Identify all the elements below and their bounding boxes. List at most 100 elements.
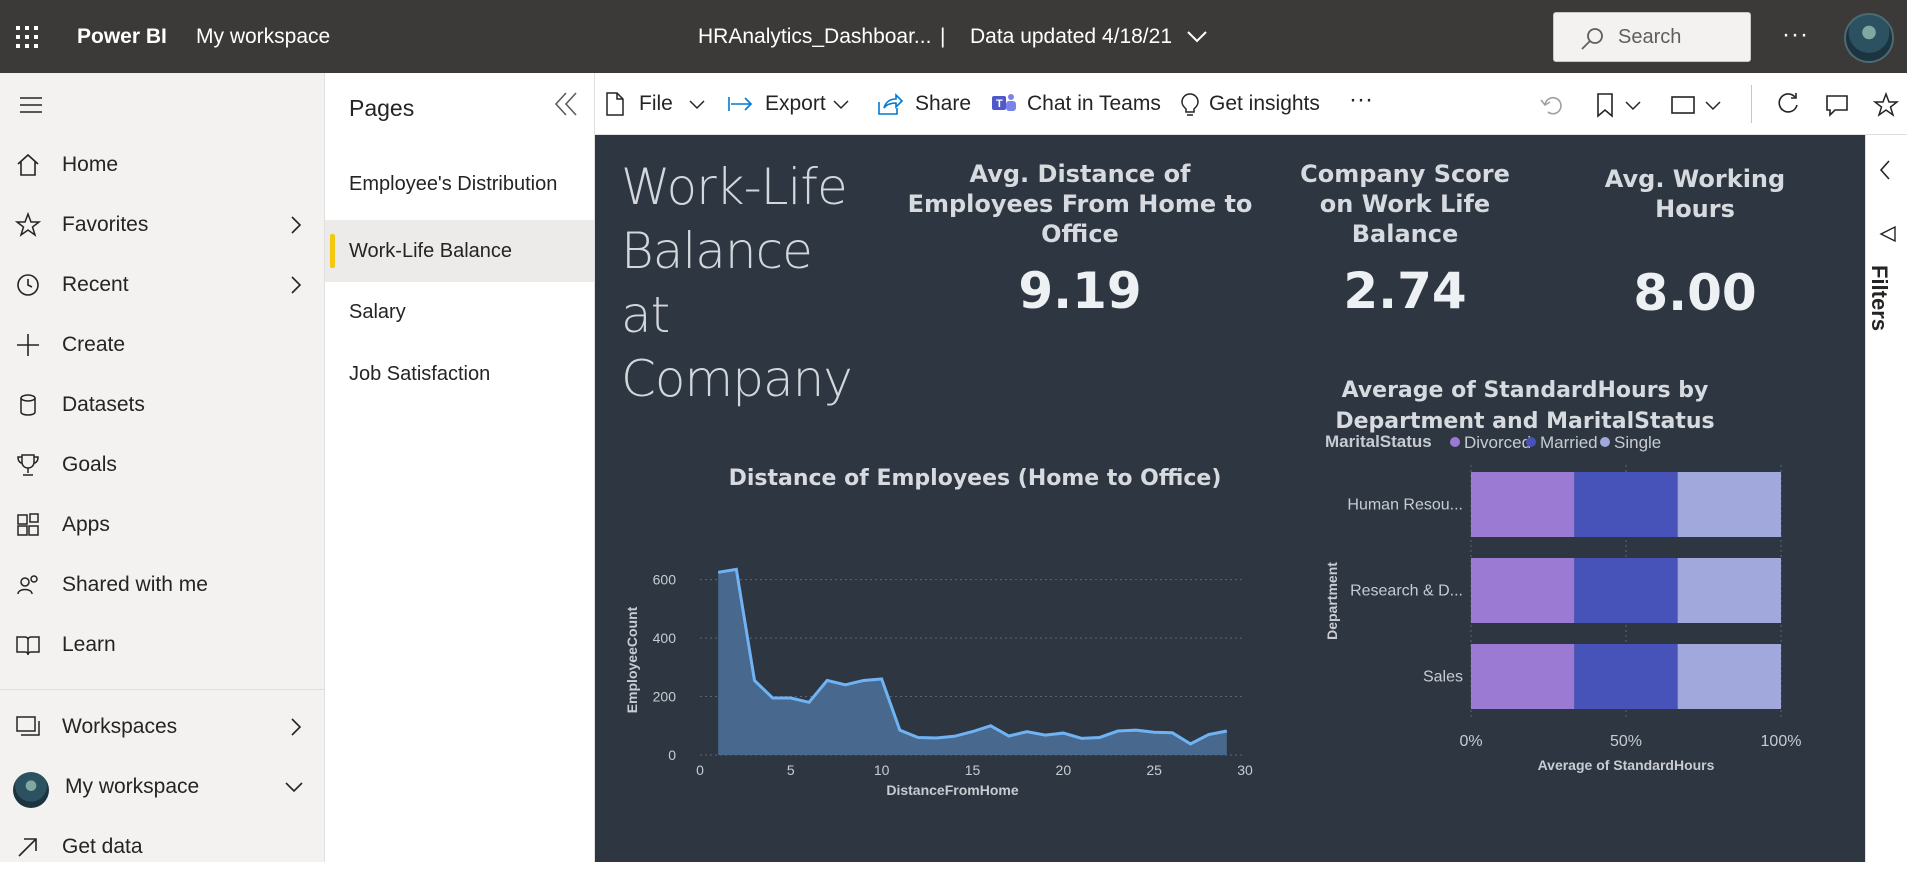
app-launcher-icon[interactable] bbox=[14, 24, 40, 50]
x-tick-label: 100% bbox=[1761, 733, 1802, 750]
data-point[interactable] bbox=[916, 735, 920, 739]
chat-in-teams-button[interactable]: T Chat in Teams bbox=[991, 73, 1161, 135]
legend-label[interactable]: Single bbox=[1614, 435, 1661, 452]
legend-label[interactable]: Divorced bbox=[1464, 435, 1531, 452]
y-tick-label: Research & D... bbox=[1350, 583, 1463, 600]
data-point[interactable] bbox=[771, 696, 775, 700]
report-canvas: Work-Life Balance at Company Avg. Distan… bbox=[595, 135, 1865, 862]
report-title[interactable]: HRAnalytics_Dashboar... bbox=[698, 0, 931, 73]
search-input[interactable]: Search bbox=[1553, 12, 1751, 62]
nav-item-create[interactable]: Create bbox=[0, 317, 324, 373]
data-point[interactable] bbox=[1170, 731, 1174, 735]
collapse-pane-icon[interactable] bbox=[553, 91, 579, 117]
data-point[interactable] bbox=[789, 696, 793, 700]
data-point[interactable] bbox=[1061, 731, 1065, 735]
chevron-down-icon[interactable] bbox=[1705, 101, 1721, 111]
bar-segment[interactable] bbox=[1471, 644, 1575, 709]
data-point[interactable] bbox=[1207, 733, 1211, 737]
top-bar: Power BI My workspace HRAnalytics_Dashbo… bbox=[0, 0, 1907, 73]
data-point[interactable] bbox=[716, 570, 720, 574]
more-options-button[interactable]: ··· bbox=[1782, 0, 1809, 70]
data-point[interactable] bbox=[1152, 730, 1156, 734]
bar-segment[interactable] bbox=[1471, 472, 1575, 537]
nav-item-home[interactable]: Home bbox=[0, 137, 324, 193]
data-point[interactable] bbox=[807, 700, 811, 704]
data-point[interactable] bbox=[952, 734, 956, 738]
standard-hours-bar-chart[interactable]: MaritalStatus Divorced Married Single 0% 50% 1… bbox=[1325, 435, 1845, 862]
export-menu-button[interactable]: Export bbox=[727, 73, 857, 135]
lightbulb-icon bbox=[1181, 93, 1199, 116]
chevron-left-icon[interactable] bbox=[1879, 159, 1891, 181]
more-actions-button[interactable]: ··· bbox=[1349, 73, 1389, 135]
bookmark-icon[interactable] bbox=[1595, 92, 1615, 118]
data-point[interactable] bbox=[1025, 730, 1029, 734]
data-point[interactable] bbox=[989, 724, 993, 728]
data-point[interactable] bbox=[753, 678, 757, 682]
nav-label: Favorites bbox=[62, 213, 149, 236]
chevron-down-icon[interactable] bbox=[1186, 30, 1208, 44]
nav-divider bbox=[0, 689, 324, 690]
power-bi-brand[interactable]: Power BI bbox=[77, 0, 167, 73]
area-series[interactable] bbox=[718, 569, 1227, 755]
data-point[interactable] bbox=[734, 567, 738, 571]
export-label: Export bbox=[765, 92, 826, 115]
data-point[interactable] bbox=[1098, 735, 1102, 739]
comment-icon[interactable] bbox=[1825, 93, 1849, 117]
data-point[interactable] bbox=[1225, 729, 1229, 733]
legend-label[interactable]: Married bbox=[1540, 435, 1598, 452]
bar-segment[interactable] bbox=[1471, 558, 1575, 623]
nav-item-shared-with-me[interactable]: Shared with me bbox=[0, 557, 324, 613]
data-point[interactable] bbox=[1189, 742, 1193, 746]
nav-item-goals[interactable]: Goals bbox=[0, 437, 324, 493]
data-point[interactable] bbox=[1134, 728, 1138, 732]
data-updated-label[interactable]: Data updated 4/18/21 bbox=[970, 0, 1172, 73]
distance-area-chart[interactable]: 0 200 400 600 0 5 10 15 20 25 30 DistanceFromHome Em… bbox=[595, 505, 1275, 855]
view-icon[interactable] bbox=[1671, 95, 1695, 115]
nav-item-apps[interactable]: Apps bbox=[0, 497, 324, 553]
chevron-down-icon[interactable] bbox=[1625, 101, 1641, 111]
data-point[interactable] bbox=[843, 683, 847, 687]
file-menu-button[interactable]: File bbox=[605, 73, 715, 135]
nav-item-workspaces[interactable]: Workspaces bbox=[0, 699, 324, 755]
data-point[interactable] bbox=[898, 728, 902, 732]
hamburger-menu-icon[interactable] bbox=[20, 97, 42, 113]
data-point[interactable] bbox=[880, 677, 884, 681]
get-insights-button[interactable]: Get insights bbox=[1179, 73, 1329, 135]
data-point[interactable] bbox=[1043, 733, 1047, 737]
avatar[interactable] bbox=[1844, 13, 1894, 63]
kpi-value-work-life-score: 2.74 bbox=[1343, 262, 1467, 320]
data-point[interactable] bbox=[862, 678, 866, 682]
nav-item-favorites[interactable]: Favorites bbox=[0, 197, 324, 253]
data-point[interactable] bbox=[1080, 736, 1084, 740]
y-tick-label: Sales bbox=[1423, 669, 1463, 686]
refresh-icon[interactable] bbox=[1775, 91, 1801, 117]
page-tab-job-satisfaction[interactable]: Job Satisfaction bbox=[325, 343, 594, 405]
data-point[interactable] bbox=[934, 736, 938, 740]
undo-icon[interactable] bbox=[1539, 92, 1565, 118]
bar-segment[interactable] bbox=[1574, 558, 1678, 623]
data-point[interactable] bbox=[1116, 729, 1120, 733]
bar-segment[interactable] bbox=[1574, 644, 1678, 709]
workspace-breadcrumb[interactable]: My workspace bbox=[196, 0, 330, 73]
share-label: Share bbox=[915, 92, 972, 115]
nav-item-recent[interactable]: Recent bbox=[0, 257, 324, 313]
nav-item-my-workspace[interactable]: My workspace bbox=[0, 759, 324, 815]
data-point[interactable] bbox=[971, 730, 975, 734]
page-tab-salary[interactable]: Salary bbox=[325, 281, 594, 343]
bar-segment[interactable] bbox=[1677, 644, 1781, 709]
bar-segment[interactable] bbox=[1677, 558, 1781, 623]
nav-item-get-data[interactable]: Get data bbox=[0, 819, 324, 875]
share-button[interactable]: Share bbox=[877, 73, 977, 135]
kpi-value-avg-distance: 9.19 bbox=[1018, 262, 1142, 320]
filters-rail[interactable]: Filters bbox=[1865, 135, 1907, 862]
data-point[interactable] bbox=[1007, 734, 1011, 738]
data-point[interactable] bbox=[825, 678, 829, 682]
bar-segment[interactable] bbox=[1677, 472, 1781, 537]
star-icon[interactable] bbox=[1873, 92, 1899, 118]
page-tab-employees-distribution[interactable]: Employee's Distribution bbox=[325, 153, 594, 215]
bar-segment[interactable] bbox=[1574, 472, 1678, 537]
page-tab-work-life-balance[interactable]: Work-Life Balance bbox=[325, 220, 594, 282]
nav-item-learn[interactable]: Learn bbox=[0, 617, 324, 673]
nav-item-datasets[interactable]: Datasets bbox=[0, 377, 324, 433]
page-label: Employee's Distribution bbox=[349, 173, 558, 195]
